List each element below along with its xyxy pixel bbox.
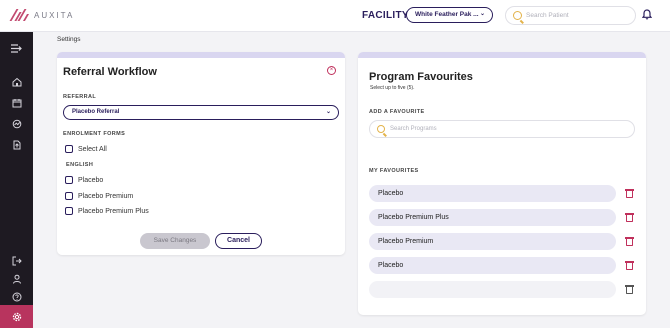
referral-workflow-title: Referral Workflow	[63, 66, 157, 78]
form-label: Placebo Premium Plus	[78, 207, 149, 215]
menu-collapse-icon[interactable]	[9, 41, 24, 56]
favourite-item-empty[interactable]	[369, 281, 616, 298]
trash-icon[interactable]	[625, 261, 634, 270]
program-favourites-panel: Program Favourites Select up to five (5)…	[358, 52, 646, 315]
checkbox[interactable]	[65, 207, 73, 215]
referral-label: REFERRAL	[63, 94, 97, 100]
search-patient-input[interactable]: Search Patient	[505, 6, 636, 25]
form-checkbox-placebo[interactable]: Placebo	[65, 176, 103, 184]
favourite-item[interactable]: Placebo Premium	[369, 233, 616, 250]
trash-icon[interactable]	[625, 237, 634, 246]
cancel-button[interactable]: Cancel	[215, 233, 262, 249]
user-icon[interactable]	[9, 271, 24, 286]
english-label: ENGLISH	[66, 162, 94, 168]
panel-top-accent	[358, 52, 646, 58]
favourite-item[interactable]: Placebo	[369, 257, 616, 274]
logo-mark-icon	[9, 9, 30, 21]
search-patient-placeholder: Search Patient	[526, 12, 569, 19]
close-icon[interactable]: ×	[327, 66, 336, 75]
calendar-icon[interactable]	[9, 95, 24, 110]
bell-icon[interactable]	[642, 9, 652, 20]
checkbox[interactable]	[65, 192, 73, 200]
program-favourites-title: Program Favourites	[369, 71, 473, 83]
trash-icon[interactable]	[625, 213, 634, 222]
trash-icon[interactable]	[625, 189, 634, 198]
logo-text: AUXITA	[34, 10, 75, 20]
favourite-item[interactable]: Placebo Premium Plus	[369, 209, 616, 226]
facility-dropdown[interactable]: White Feather Pak ... ⌄	[406, 7, 493, 23]
form-label: Placebo	[78, 176, 104, 184]
help-icon[interactable]	[9, 289, 24, 304]
my-favourites-label: MY FAVOURITES	[369, 168, 419, 174]
add-favourite-label: ADD A FAVOURITE	[369, 109, 425, 115]
referral-dropdown[interactable]: Placebo Referral ⌄	[63, 105, 339, 120]
chevron-down-icon: ⌄	[479, 11, 485, 17]
form-label: Placebo Premium	[78, 192, 134, 200]
select-all-label: Select All	[78, 145, 107, 153]
enrolment-forms-label: ENROLMENT FORMS	[63, 131, 126, 137]
trash-icon[interactable]	[625, 285, 634, 294]
referral-value: Placebo Referral	[72, 109, 120, 115]
logout-icon[interactable]	[9, 253, 24, 268]
favourite-item[interactable]: Placebo	[369, 185, 616, 202]
form-checkbox-placebo-premium[interactable]: Placebo Premium	[65, 192, 133, 200]
favourites-subtitle: Select up to five (5).	[370, 85, 415, 91]
facility-label: FACILITY	[362, 10, 409, 21]
checkbox[interactable]	[65, 176, 73, 184]
save-changes-button[interactable]: Save Changes	[140, 233, 210, 249]
referral-workflow-panel: Referral Workflow × REFERRAL Placebo Ref…	[57, 52, 345, 255]
home-icon[interactable]	[9, 74, 24, 89]
panel-top-accent	[57, 52, 345, 58]
search-icon	[377, 125, 385, 133]
upload-icon[interactable]	[9, 137, 24, 152]
sidebar-nav	[0, 32, 33, 328]
breadcrumb[interactable]: Settings	[57, 36, 81, 43]
facility-value: White Feather Pak ...	[415, 11, 479, 18]
chevron-down-icon: ⌄	[325, 109, 331, 115]
checkbox[interactable]	[65, 145, 73, 153]
analytics-icon[interactable]	[9, 116, 24, 131]
form-checkbox-placebo-premium-plus[interactable]: Placebo Premium Plus	[65, 207, 149, 215]
brand-logo[interactable]: AUXITA	[9, 9, 75, 21]
top-header: AUXITA FACILITY White Feather Pak ... ⌄ …	[0, 0, 670, 32]
search-icon	[513, 11, 522, 20]
search-programs-placeholder: Search Programs	[390, 126, 437, 132]
search-programs-input[interactable]: Search Programs	[369, 120, 635, 138]
settings-icon[interactable]	[9, 309, 24, 324]
select-all-checkbox[interactable]: Select All	[65, 145, 107, 153]
